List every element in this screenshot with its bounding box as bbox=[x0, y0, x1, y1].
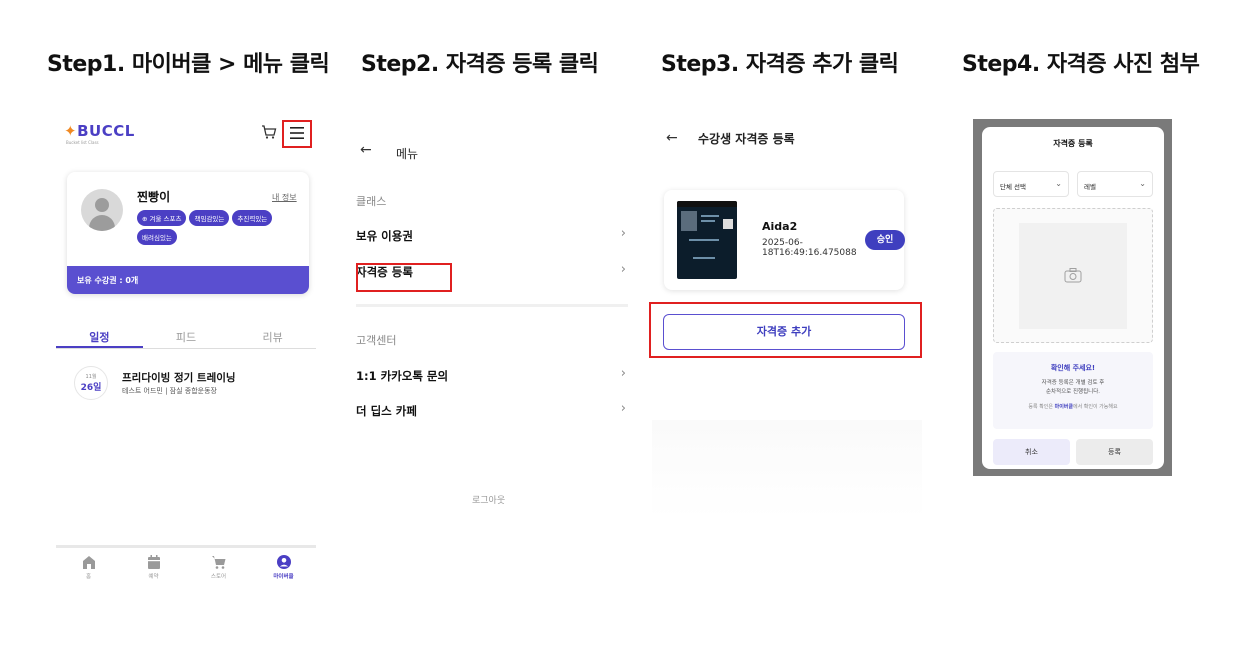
date-badge: 11월 26일 bbox=[74, 366, 108, 400]
background-fade bbox=[652, 420, 922, 520]
level-select[interactable]: 레벨 ⌄ bbox=[1077, 171, 1153, 197]
tab-schedule[interactable]: 일정 bbox=[56, 329, 143, 348]
modal-title: 자격증 등록 bbox=[1053, 139, 1093, 148]
profile-tabs: 일정 피드 리뷰 bbox=[56, 329, 316, 349]
organization-select[interactable]: 단체 선택 ⌄ bbox=[993, 171, 1069, 197]
schedule-title: 프리다이빙 정기 트레이닝 bbox=[122, 372, 236, 384]
menu-item-deeps-cafe[interactable]: 더 딥스 카페 › bbox=[356, 401, 626, 423]
status-badge: 승인 bbox=[865, 230, 905, 250]
nav-mybuckle[interactable]: 마이버클 bbox=[251, 548, 316, 585]
step3-title: Step3. 자격증 추가 클릭 bbox=[661, 52, 899, 77]
tag: 배려심있는 bbox=[137, 229, 177, 245]
nav-store[interactable]: 스토어 bbox=[186, 548, 251, 585]
chevron-right-icon: › bbox=[620, 262, 626, 277]
highlight-register-certificate bbox=[356, 263, 452, 292]
cancel-button[interactable]: 취소 bbox=[993, 439, 1070, 465]
tag: 추진력있는 bbox=[232, 210, 273, 226]
certificate-name: Aida2 bbox=[762, 220, 798, 233]
back-arrow-icon[interactable]: ← bbox=[360, 142, 372, 158]
ticket-count-bar[interactable]: 보유 수강권 : 0개 bbox=[67, 266, 309, 294]
tag-list: ⊕ 겨울 스포츠 책임감있는 추진력있는 배려심있는 bbox=[137, 210, 305, 245]
mybuckle-screen: ✦BUCCL Bucket list Class 찐빵이 내 정보 ⊕ 겨울 스… bbox=[56, 112, 316, 592]
highlight-menu-icon bbox=[282, 120, 312, 148]
nickname: 찐빵이 bbox=[137, 190, 171, 204]
register-modal: 자격증 등록 단체 선택 ⌄ 레벨 ⌄ 확인해 주세요! 자격증 등록은 개별 … bbox=[982, 127, 1164, 469]
certificate-register-screen: 자격증 등록 단체 선택 ⌄ 레벨 ⌄ 확인해 주세요! 자격증 등록은 개별 … bbox=[973, 119, 1172, 476]
nav-home[interactable]: 홈 bbox=[56, 548, 121, 585]
chevron-down-icon: ⌄ bbox=[1055, 179, 1062, 188]
highlight-add-certificate bbox=[649, 302, 922, 358]
section-label-class: 클래스 bbox=[356, 195, 387, 208]
chevron-down-icon: ⌄ bbox=[1139, 179, 1146, 188]
menu-item-kakao-inquiry[interactable]: 1:1 카카오톡 문의 › bbox=[356, 366, 626, 388]
bottom-nav: 홈 예약 스토어 마이버클 bbox=[56, 545, 316, 585]
nav-reservation[interactable]: 예약 bbox=[121, 548, 186, 585]
logout-button[interactable]: 로그아웃 bbox=[472, 493, 505, 506]
menu-title: 메뉴 bbox=[396, 147, 419, 161]
photo-upload-area[interactable] bbox=[993, 208, 1153, 343]
menu-item-owned-pass[interactable]: 보유 이용권 › bbox=[356, 226, 626, 248]
tab-review[interactable]: 리뷰 bbox=[229, 329, 316, 348]
notice-box: 확인해 주세요! 자격증 등록은 개별 검토 후 순차적으로 진행됩니다. 등록… bbox=[993, 352, 1153, 429]
calendar-icon bbox=[147, 555, 160, 569]
certificate-card[interactable]: Aida2 2025-06-18T16:49:16.475088 승인 bbox=[664, 190, 905, 290]
step4-title: Step4. 자격증 사진 첨부 bbox=[962, 52, 1200, 77]
schedule-subtitle: 테스트 어드민 | 잠실 종합운동장 bbox=[122, 387, 217, 395]
chevron-right-icon: › bbox=[620, 366, 626, 381]
step2-title: Step2. 자격증 등록 클릭 bbox=[361, 52, 599, 77]
notice-title: 확인해 주세요! bbox=[1050, 364, 1096, 372]
user-icon bbox=[276, 555, 291, 569]
divider bbox=[356, 304, 628, 307]
notice-footnote: 등록 확인은 마이버클에서 확인이 가능해요 bbox=[1028, 404, 1118, 410]
notice-text: 자격증 등록은 개별 검토 후 순차적으로 진행됩니다. bbox=[1041, 380, 1105, 395]
profile-card: 찐빵이 내 정보 ⊕ 겨울 스포츠 책임감있는 추진력있는 배려심있는 보유 수… bbox=[67, 172, 309, 294]
cart-icon[interactable] bbox=[261, 124, 277, 140]
certificate-list-screen: ← 수강생 자격증 등록 Aida2 2025-06-18T16:49:16.4… bbox=[649, 120, 922, 520]
register-button[interactable]: 등록 bbox=[1076, 439, 1153, 465]
logo[interactable]: ✦BUCCL bbox=[64, 122, 135, 140]
menu-screen: ← 메뉴 클래스 보유 이용권 › 자격증 등록 › 고객센터 1:1 카카오톡… bbox=[356, 138, 628, 518]
certificate-date: 2025-06-18T16:49:16.475088 bbox=[762, 238, 857, 258]
page-title: 수강생 자격증 등록 bbox=[698, 132, 795, 146]
chevron-right-icon: › bbox=[620, 401, 626, 416]
my-info-link[interactable]: 내 정보 bbox=[272, 192, 297, 203]
cart-icon bbox=[211, 556, 225, 569]
tag: ⊕ 겨울 스포츠 bbox=[137, 210, 187, 226]
avatar[interactable] bbox=[81, 189, 123, 231]
home-icon bbox=[82, 556, 95, 569]
certificate-thumbnail bbox=[677, 201, 737, 279]
section-label-support: 고객센터 bbox=[356, 334, 397, 347]
camera-icon bbox=[1064, 268, 1082, 283]
logo-subtitle: Bucket list Class bbox=[66, 140, 99, 145]
step1-title: Step1. 마이버클 > 메뉴 클릭 bbox=[47, 52, 330, 77]
tab-feed[interactable]: 피드 bbox=[143, 329, 230, 348]
chevron-right-icon: › bbox=[620, 226, 626, 241]
back-arrow-icon[interactable]: ← bbox=[666, 130, 678, 146]
tag: 책임감있는 bbox=[189, 210, 230, 226]
schedule-item[interactable]: 11월 26일 프리다이빙 정기 트레이닝 테스트 어드민 | 잠실 종합운동장 bbox=[74, 366, 314, 402]
